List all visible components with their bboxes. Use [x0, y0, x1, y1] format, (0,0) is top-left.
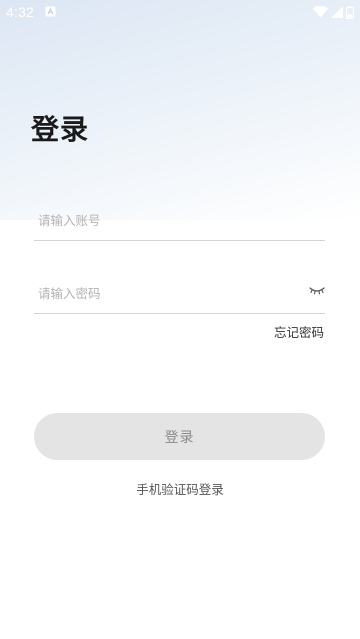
- status-time: 4:32: [6, 4, 35, 20]
- battery-icon: [346, 5, 354, 19]
- status-bar: 4:32: [0, 0, 360, 24]
- wifi-icon: [313, 6, 328, 18]
- eye-closed-icon[interactable]: [309, 285, 325, 297]
- password-field: [34, 273, 325, 314]
- forgot-password-link[interactable]: 忘记密码: [274, 322, 324, 341]
- cellular-signal-icon: [331, 6, 343, 18]
- login-button[interactable]: 登录: [34, 413, 325, 460]
- account-field: [34, 200, 325, 241]
- password-input[interactable]: [34, 281, 298, 305]
- status-icons: [313, 5, 354, 19]
- sms-code-login-link[interactable]: 手机验证码登录: [0, 479, 360, 498]
- account-input[interactable]: [34, 208, 298, 232]
- page-title: 登录: [31, 113, 90, 146]
- notification-a-icon: [45, 6, 56, 17]
